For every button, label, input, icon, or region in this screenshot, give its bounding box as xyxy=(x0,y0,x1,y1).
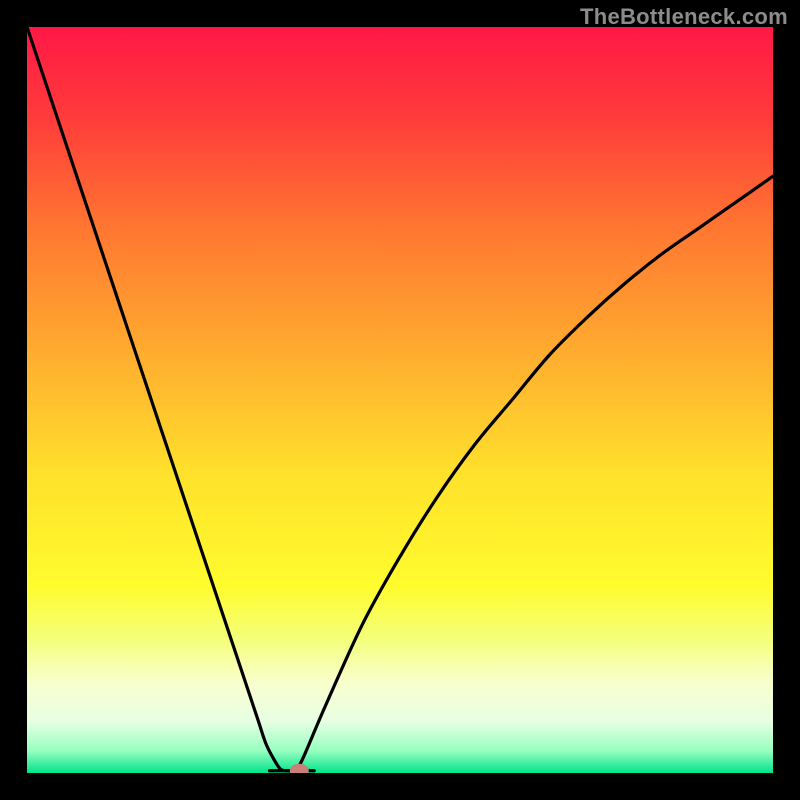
optimum-marker xyxy=(290,764,308,773)
gradient-background xyxy=(27,27,773,773)
chart-frame: TheBottleneck.com xyxy=(0,0,800,800)
chart-svg xyxy=(27,27,773,773)
plot-area xyxy=(27,27,773,773)
